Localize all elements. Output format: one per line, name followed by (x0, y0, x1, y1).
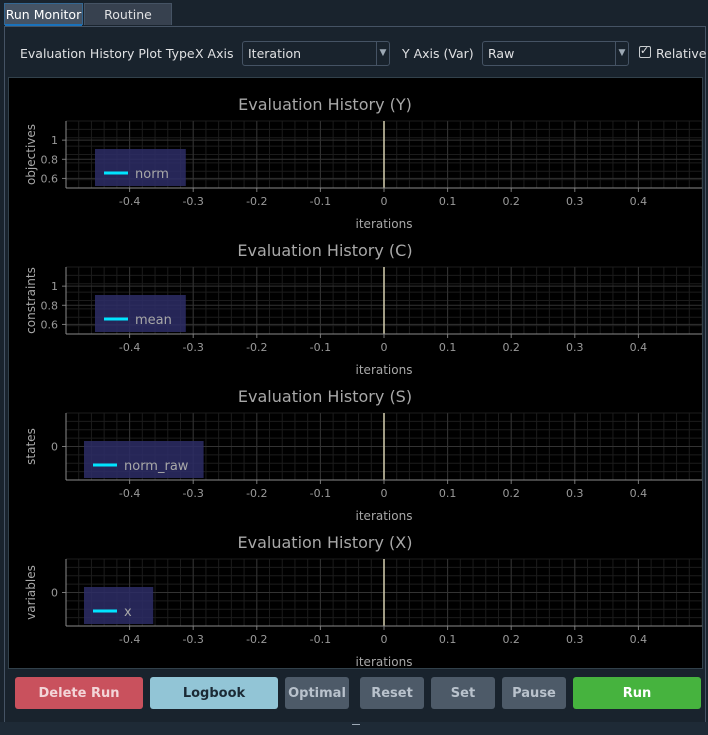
y-axis-label: constraints (24, 267, 38, 334)
control-buttons: Delete Run Logbook Optimal Reset Set Pau… (5, 677, 705, 713)
x-axis-label: iterations (356, 217, 413, 231)
x-tick-label: 0.2 (502, 195, 520, 208)
legend: norm_raw (84, 441, 204, 478)
y-axis-select[interactable]: Raw ▼ (482, 41, 629, 66)
legend: x (84, 587, 154, 624)
x-tick-label: -0.4 (119, 341, 140, 354)
chart-title: Evaluation History (Y) (238, 95, 412, 114)
legend: mean (95, 295, 186, 332)
chart-title: Evaluation History (S) (238, 387, 412, 406)
plot-area[interactable]: Evaluation History (Y) -0.4 -0.3 -0.2 -0.1 0 0… (8, 77, 703, 669)
resize-handle[interactable] (0, 722, 708, 735)
y-tick-label: 0 (51, 441, 58, 454)
x-tick-label: 0.4 (630, 487, 648, 500)
logbook-button[interactable]: Logbook (150, 677, 278, 709)
x-tick-label: 0.2 (502, 341, 520, 354)
y-axis-label: variables (24, 565, 38, 620)
x-tick-label: 0.4 (630, 341, 648, 354)
x-tick-label: -0.1 (310, 633, 331, 646)
tab-bar: Run Monitor Routine Editor (0, 0, 708, 44)
chart-title: Evaluation History (C) (237, 241, 412, 260)
x-axis-value: Iteration (248, 46, 302, 61)
x-tick-label: 0.4 (630, 633, 648, 646)
relative-label: Relative (656, 46, 707, 61)
x-tick-label: -0.2 (246, 195, 267, 208)
x-tick-label: 0.2 (502, 487, 520, 500)
x-tick-label: 0 (381, 341, 388, 354)
x-axis-select[interactable]: Iteration ▼ (242, 41, 390, 66)
x-tick-label: 0.1 (439, 487, 457, 500)
y-tick-label: 0.6 (41, 318, 59, 331)
x-tick-label: -0.4 (119, 633, 140, 646)
delete-run-button[interactable]: Delete Run (15, 677, 143, 709)
legend-label: x (124, 605, 132, 620)
chart-3: Evaluation History (S) -0.4 -0.3 -0.2 -0.1 0 0… (24, 387, 702, 523)
chart-title: Evaluation History (X) (238, 533, 413, 552)
x-tick-label: -0.2 (246, 341, 267, 354)
chart-4: Evaluation History (X) -0.4 -0.3 -0.2 -0.1 0 0… (24, 533, 702, 668)
x-tick-label: -0.2 (246, 633, 267, 646)
tab-run-monitor[interactable]: Run Monitor (4, 3, 83, 26)
tab-routine-editor[interactable]: Routine Editor (84, 3, 172, 44)
x-tick-label: 0 (381, 633, 388, 646)
x-axis-label: iterations (356, 363, 413, 377)
x-tick-label: 0.3 (566, 341, 584, 354)
legend-box (84, 587, 154, 624)
y-axis-value: Raw (488, 46, 515, 61)
chart-2: Evaluation History (C) -0.4 -0.3 -0.2 -0.1 0 0… (24, 241, 702, 377)
evaluation-history-plots: Evaluation History (Y) -0.4 -0.3 -0.2 -0.1 0 0… (24, 95, 702, 668)
x-tick-label: 0.3 (566, 487, 584, 500)
set-button[interactable]: Set (431, 677, 495, 709)
x-tick-label: 0 (381, 195, 388, 208)
x-tick-label: -0.3 (182, 487, 203, 500)
y-tick-label: 0 (51, 587, 58, 600)
relative-checkbox[interactable] (639, 44, 651, 58)
legend-label: norm_raw (124, 459, 189, 474)
pause-button[interactable]: Pause (502, 677, 566, 709)
chevron-down-icon: ▼ (376, 42, 389, 65)
x-tick-label: -0.1 (310, 341, 331, 354)
y-axis-label: objectives (24, 124, 38, 185)
plot-toolbar: Evaluation History Plot Type X Axis Iter… (5, 27, 707, 77)
run-monitor-panel: Evaluation History Plot Type X Axis Iter… (4, 26, 706, 730)
y-axis-label: Y Axis (Var) (402, 46, 474, 61)
x-axis-label: iterations (356, 509, 413, 523)
x-tick-label: 0 (381, 487, 388, 500)
legend: norm (95, 149, 186, 186)
optimal-button[interactable]: Optimal (285, 677, 349, 709)
x-axis-label: iterations (356, 655, 413, 668)
reset-button[interactable]: Reset (360, 677, 424, 709)
y-axis-label: states (24, 428, 38, 465)
y-tick-label: 0.8 (41, 153, 59, 166)
x-tick-label: 0.4 (630, 195, 648, 208)
x-tick-label: 0.3 (566, 633, 584, 646)
x-tick-label: 0.3 (566, 195, 584, 208)
x-tick-label: -0.3 (182, 633, 203, 646)
legend-label: mean (135, 313, 172, 328)
x-tick-label: -0.3 (182, 195, 203, 208)
x-tick-label: 0.2 (502, 633, 520, 646)
x-axis-label: X Axis (195, 46, 234, 61)
x-tick-label: 0.1 (439, 195, 457, 208)
x-tick-label: -0.4 (119, 195, 140, 208)
x-tick-label: 0.1 (439, 633, 457, 646)
y-tick-label: 0.8 (41, 299, 59, 312)
plot-type-label: Evaluation History Plot Type (20, 46, 195, 61)
x-tick-label: -0.2 (246, 487, 267, 500)
x-tick-label: -0.3 (182, 341, 203, 354)
run-button[interactable]: Run (573, 677, 701, 709)
x-tick-label: 0.1 (439, 341, 457, 354)
chart-1: Evaluation History (Y) -0.4 -0.3 -0.2 -0.1 0 0… (24, 95, 702, 231)
legend-label: norm (135, 167, 169, 182)
x-tick-label: -0.1 (310, 487, 331, 500)
chevron-down-icon: ▼ (615, 42, 628, 65)
x-tick-label: -0.4 (119, 487, 140, 500)
y-tick-label: 0.6 (41, 172, 59, 185)
x-tick-label: -0.1 (310, 195, 331, 208)
y-tick-label: 1 (51, 280, 58, 293)
y-tick-label: 1 (51, 134, 58, 147)
